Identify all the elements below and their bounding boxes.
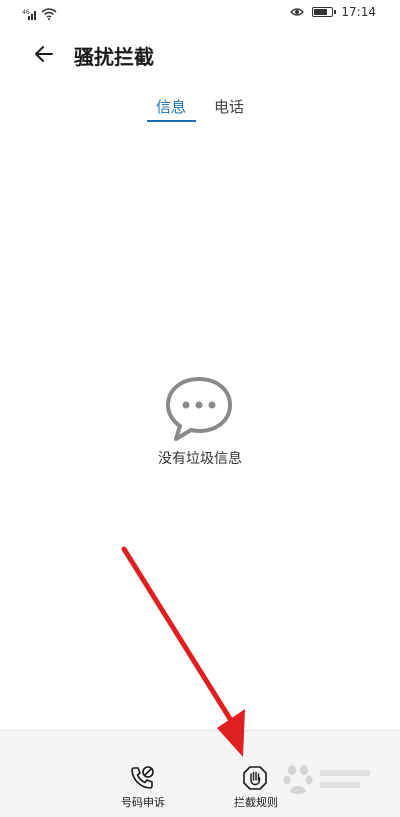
- phone-block-icon: [131, 766, 154, 789]
- app-header: 骚扰拦截: [0, 34, 400, 74]
- battery-fill: [314, 9, 327, 15]
- tab-bar: 信息 电话: [0, 96, 400, 126]
- watermark-logo: [283, 765, 370, 794]
- signal-icon: 46: [22, 9, 36, 20]
- status-left: 46: [22, 6, 57, 20]
- chat-bubble-icon: [166, 377, 232, 441]
- number-appeal-button[interactable]: 号码申诉: [103, 731, 183, 817]
- signal-text: 46: [22, 9, 30, 16]
- status-right: 17:14: [290, 5, 376, 19]
- page-title: 骚扰拦截: [74, 45, 154, 69]
- status-bar: 46 17:14: [0, 0, 400, 26]
- eye-icon: [290, 8, 305, 16]
- hand-stop-icon: [243, 766, 267, 790]
- tab-messages[interactable]: 信息: [156, 96, 186, 117]
- tab-active-indicator: [147, 120, 196, 122]
- number-appeal-label: 号码申诉: [121, 796, 165, 809]
- back-button[interactable]: [30, 40, 58, 68]
- battery-icon: [312, 7, 337, 17]
- status-time: 17:14: [341, 5, 376, 19]
- wifi-icon: [41, 8, 57, 20]
- tab-calls[interactable]: 电话: [214, 96, 244, 117]
- arrow-left-icon: [35, 46, 53, 62]
- empty-state-text: 没有垃圾信息: [158, 451, 242, 467]
